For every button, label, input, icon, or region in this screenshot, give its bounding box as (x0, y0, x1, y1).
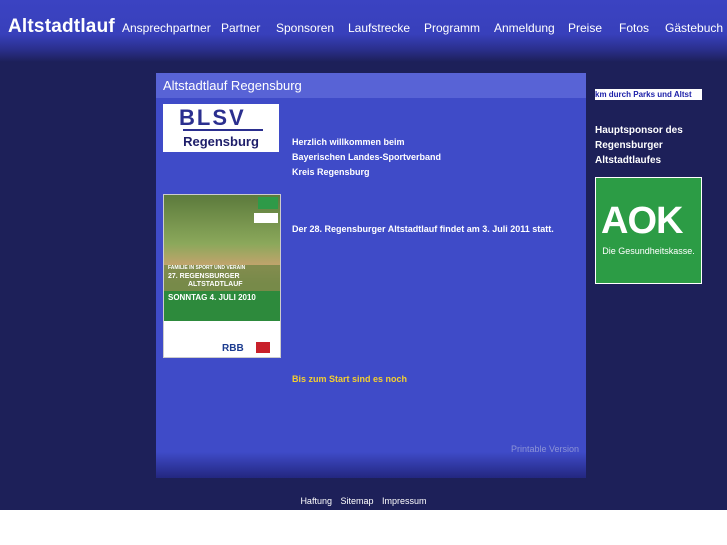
poster-aok-logo (258, 197, 278, 209)
nav-partner[interactable]: Partner (221, 21, 260, 35)
countdown-text: Bis zum Start sind es noch (292, 374, 408, 384)
page-title: Altstadtlauf Regensburg (163, 78, 302, 93)
nav-fotos[interactable]: Fotos (619, 21, 649, 35)
poster-sponsor: RBB (222, 343, 244, 354)
aok-sponsor-logo[interactable]: AOK Die Gesundheitskasse. (595, 177, 702, 284)
nav-programm[interactable]: Programm (424, 21, 480, 35)
site-title[interactable]: Altstadtlauf (8, 16, 115, 38)
nav-sponsoren[interactable]: Sponsoren (276, 21, 334, 35)
nav-anmeldung[interactable]: Anmeldung (494, 21, 555, 35)
nav-ansprechpartner[interactable]: Ansprechpartner (122, 21, 211, 35)
blsv-logo-rule (183, 129, 263, 131)
welcome-line-3: Kreis Regensburg (292, 167, 370, 177)
scrolling-ticker: km durch Parks und Altst (595, 89, 702, 100)
welcome-line-2: Bayerischen Landes-Sportverband (292, 152, 442, 162)
poster-date: SONNTAG 4. JULI 2010 (168, 293, 256, 302)
footer-link-sitemap[interactable]: Sitemap (340, 496, 373, 506)
ticker-text: km durch Parks und Altst (595, 90, 692, 99)
footer-link-impressum[interactable]: Impressum (382, 496, 427, 506)
poster-line-1: FAMILIE IN SPORT UND VERAIN (168, 265, 246, 271)
content-bottom-fade (156, 452, 586, 478)
poster-line-2: 27. REGENSBURGER (168, 273, 240, 280)
sponsor-label-line-3: Altstadtlaufes (595, 155, 662, 166)
sponsor-label-line-2: Regensburger (595, 140, 663, 151)
main-sponsor-label: Hauptsponsor des Regensburger Altstadtla… (595, 123, 683, 168)
site-footer: Haftung Sitemap Impressum (0, 496, 727, 506)
aok-logo-tagline: Die Gesundheitskasse. (602, 246, 695, 256)
poster-blsv-logo (254, 213, 278, 223)
content-title-bar: Altstadtlauf Regensburg (156, 73, 586, 98)
nav-laufstrecke[interactable]: Laufstrecke (348, 21, 410, 35)
aok-logo-mark: AOK (601, 200, 683, 242)
race-poster-image[interactable]: FAMILIE IN SPORT UND VERAIN 27. REGENSBU… (163, 194, 281, 358)
page-background: Altstadtlauf Ansprechpartner Partner Spo… (0, 0, 727, 510)
footer-link-haftung[interactable]: Haftung (300, 496, 332, 506)
sponsor-label-line-1: Hauptsponsor des (595, 125, 683, 136)
blsv-logo-city: Regensburg (183, 134, 259, 149)
nav-preise[interactable]: Preise (568, 21, 602, 35)
poster-line-3: ALTSTADTLAUF (188, 281, 243, 288)
blsv-logo: BLSV Regensburg (163, 104, 279, 152)
blsv-logo-mark: BLSV (179, 105, 246, 130)
race-date-announcement: Der 28. Regensburger Altstadtlauf findet… (292, 224, 554, 234)
welcome-text: Herzlich willkommen beim Bayerischen Lan… (292, 135, 441, 180)
welcome-line-1: Herzlich willkommen beim (292, 137, 405, 147)
poster-red-logo (256, 342, 270, 353)
main-content: Altstadtlauf Regensburg BLSV Regensburg … (156, 73, 586, 478)
nav-gaestebuch[interactable]: Gästebuch (665, 21, 723, 35)
site-header: Altstadtlauf Ansprechpartner Partner Spo… (0, 0, 727, 62)
